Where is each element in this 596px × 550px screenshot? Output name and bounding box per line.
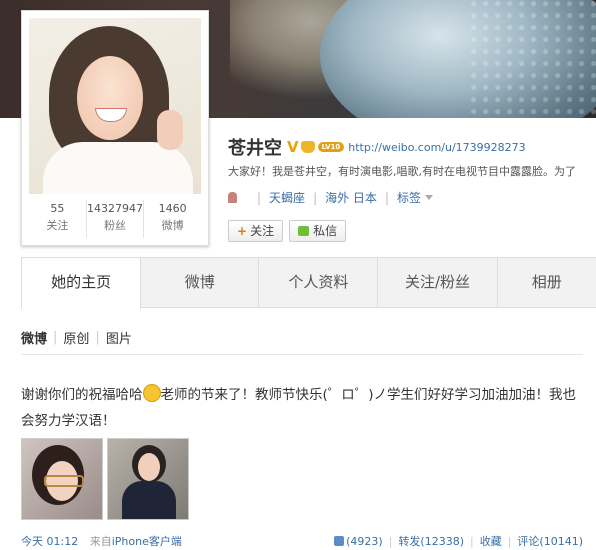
profile-stats: 55 关注 14327947 粉丝 1460 微博 <box>29 200 201 238</box>
profile-actions: + 关注 私信 <box>228 220 347 242</box>
plus-icon: + <box>237 224 248 238</box>
post-source: 来自iPhone客户端 <box>89 535 182 548</box>
tab-album[interactable]: 相册 <box>496 257 596 307</box>
like-button[interactable]: (4923) <box>346 535 383 548</box>
gender-icon <box>228 192 237 203</box>
profile-header: 苍井空 V LV10 http://weibo.com/u/1739928273 <box>228 134 526 160</box>
crown-icon[interactable] <box>300 141 315 153</box>
tags-dropdown[interactable]: 标签 <box>397 189 421 206</box>
profile-meta: | 天蝎座 | 海外 日本 | 标签 <box>228 189 433 206</box>
tab-following-followers[interactable]: 关注/粉丝 <box>377 257 498 307</box>
tab-home[interactable]: 她的主页 <box>21 257 142 309</box>
comment-button[interactable]: 评论(10141) <box>517 533 583 549</box>
message-button[interactable]: 私信 <box>289 220 347 242</box>
post-image-2[interactable] <box>107 438 189 520</box>
post-time-link[interactable]: 今天 01:12 <box>21 535 78 548</box>
stat-followers[interactable]: 14327947 粉丝 <box>87 200 145 238</box>
tab-weibo[interactable]: 微博 <box>140 257 260 307</box>
repost-button[interactable]: 转发(12338) <box>398 533 464 549</box>
tab-profile-info[interactable]: 个人资料 <box>258 257 379 307</box>
message-icon <box>298 226 310 236</box>
divider <box>21 354 583 355</box>
post-actions: (4923) | 转发(12338) | 收藏 | 评论(10141) <box>334 533 583 549</box>
cover-texture <box>470 0 596 118</box>
filter-weibo[interactable]: 微博 <box>21 328 47 347</box>
laugh-emoji-icon <box>142 384 161 402</box>
chevron-down-icon[interactable] <box>425 195 433 200</box>
post-footer: 今天 01:12 来自iPhone客户端 (4923) | 转发(12338) … <box>21 533 583 549</box>
filter-pictures[interactable]: 图片 <box>106 328 132 347</box>
stat-posts[interactable]: 1460 微博 <box>144 200 201 238</box>
post-text: 谢谢你们的祝福哈哈 老师的节来了！教师节快乐(゜ロ゜)ノ学生们好好学习加油加油！我… <box>21 382 581 434</box>
profile-intro: 大家好！我是苍井空，有时演电影,唱歌,有时在电视节目中露露脸。为了 <box>228 165 576 178</box>
level-badge[interactable]: LV10 <box>317 142 345 152</box>
zodiac-link[interactable]: 天蝎座 <box>269 189 305 206</box>
location-link[interactable]: 海外 日本 <box>325 189 377 206</box>
filter-original[interactable]: 原创 <box>63 328 89 347</box>
feed-filter: 微博 | 原创 | 图片 <box>21 328 132 347</box>
post-image-1[interactable] <box>21 438 103 520</box>
like-icon[interactable] <box>334 536 345 546</box>
stat-following[interactable]: 55 关注 <box>29 200 87 238</box>
profile-url-link[interactable]: http://weibo.com/u/1739928273 <box>348 141 525 154</box>
follow-button[interactable]: + 关注 <box>228 220 284 242</box>
profile-card: 55 关注 14327947 粉丝 1460 微博 <box>21 10 209 246</box>
favorite-button[interactable]: 收藏 <box>480 533 502 549</box>
profile-tabs: 她的主页 微博 个人资料 关注/粉丝 相册 <box>21 257 596 309</box>
profile-name: 苍井空 <box>228 138 282 159</box>
verified-icon[interactable]: V <box>287 138 299 156</box>
avatar[interactable] <box>29 18 201 194</box>
source-link[interactable]: iPhone客户端 <box>112 535 182 548</box>
